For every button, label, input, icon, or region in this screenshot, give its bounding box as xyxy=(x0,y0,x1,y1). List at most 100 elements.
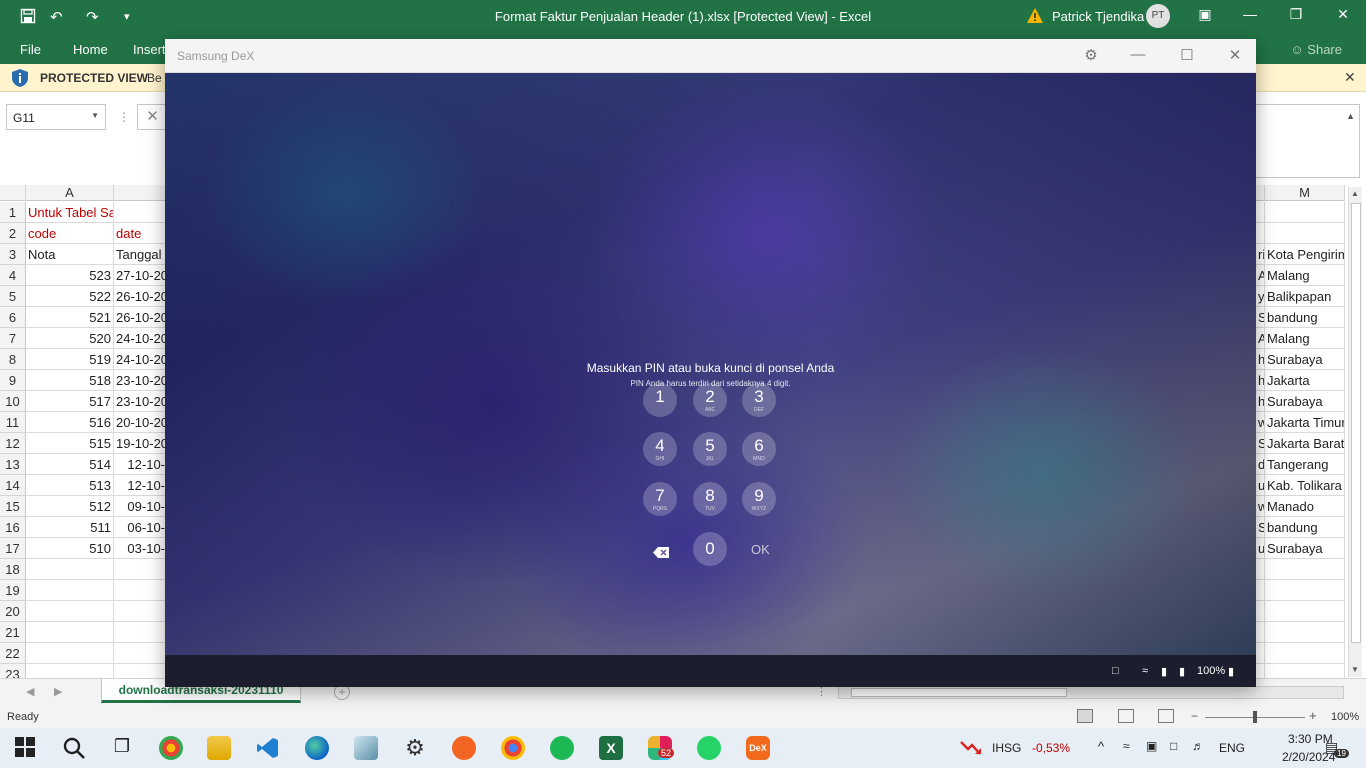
cell-l[interactable]: S xyxy=(1256,307,1265,328)
cell-b[interactable]: 03-10- xyxy=(114,538,166,559)
name-box[interactable]: G11 ▼ xyxy=(6,104,106,130)
cell-a[interactable]: 513 xyxy=(26,475,114,496)
cancel-icon[interactable]: ✕ xyxy=(137,104,167,130)
cell-a[interactable]: Untuk Tabel Sales_Invoi xyxy=(26,202,114,223)
cell-b[interactable] xyxy=(114,559,166,580)
cell-l[interactable]: w xyxy=(1256,412,1265,433)
close-icon[interactable]: ✕ xyxy=(1225,46,1245,64)
maximize-icon[interactable]: ☐ xyxy=(1177,46,1197,64)
share-button[interactable]: ☺ Share xyxy=(1290,42,1342,57)
cell-l[interactable]: S xyxy=(1256,433,1265,454)
message-icon[interactable]: □ xyxy=(1112,665,1119,677)
more-options-icon[interactable]: ⋮ xyxy=(118,110,130,124)
cell-b[interactable]: 24-10-20 xyxy=(114,328,166,349)
cell-b[interactable]: 19-10-20 xyxy=(114,433,166,454)
cell-m[interactable] xyxy=(1265,643,1345,664)
cell-a[interactable]: 523 xyxy=(26,265,114,286)
cell-m[interactable] xyxy=(1265,622,1345,643)
cell-m[interactable]: Surabaya xyxy=(1265,349,1345,370)
cell-a[interactable] xyxy=(26,601,114,622)
cell-l[interactable] xyxy=(1256,559,1265,580)
tab-insert[interactable]: Insert xyxy=(133,42,166,57)
cell-b[interactable]: Tanggal xyxy=(114,244,166,265)
cell-l[interactable]: A, xyxy=(1256,265,1265,286)
language-indicator[interactable]: ENG xyxy=(1219,741,1245,755)
cell-a[interactable]: Nota xyxy=(26,244,114,265)
cell-m[interactable]: Surabaya xyxy=(1265,391,1345,412)
save-icon[interactable] xyxy=(20,8,36,28)
spotify-icon[interactable] xyxy=(550,736,574,760)
row-header[interactable]: 4 xyxy=(0,265,26,286)
cell-m[interactable]: Jakarta xyxy=(1265,370,1345,391)
avatar[interactable]: PT xyxy=(1146,4,1170,28)
cell-b[interactable] xyxy=(114,622,166,643)
device-icon[interactable]: ▣ xyxy=(1146,739,1157,753)
cell-l[interactable]: d xyxy=(1256,454,1265,475)
cell-a[interactable] xyxy=(26,580,114,601)
prev-sheet-icon[interactable]: ◀ xyxy=(26,685,34,698)
cell-m[interactable] xyxy=(1265,559,1345,580)
cell-b[interactable]: 23-10-20 xyxy=(114,370,166,391)
cell-a[interactable] xyxy=(26,622,114,643)
row-header[interactable]: 3 xyxy=(0,244,26,265)
close-icon[interactable]: ✕ xyxy=(1344,69,1356,86)
row-header[interactable]: 14 xyxy=(0,475,26,496)
row-header[interactable]: 15 xyxy=(0,496,26,517)
cell-b[interactable]: 09-10- xyxy=(114,496,166,517)
close-icon[interactable]: ✕ xyxy=(1333,6,1353,23)
cell-b[interactable]: 24-10-20 xyxy=(114,349,166,370)
cell-m[interactable]: Kota Pengirim xyxy=(1265,244,1345,265)
chrome-icon[interactable] xyxy=(501,736,525,760)
cell-b[interactable]: 27-10-20 xyxy=(114,265,166,286)
cell-m[interactable]: Kab. Tolikara xyxy=(1265,475,1345,496)
ok-button[interactable]: OK xyxy=(751,542,770,557)
zoom-slider-thumb[interactable] xyxy=(1253,711,1257,723)
cell-b[interactable] xyxy=(114,643,166,664)
user-name[interactable]: Patrick Tjendika xyxy=(1052,9,1144,24)
row-header[interactable]: 1 xyxy=(0,202,26,223)
row-header[interactable]: 13 xyxy=(0,454,26,475)
cell-l[interactable] xyxy=(1256,580,1265,601)
tab-home[interactable]: Home xyxy=(73,42,108,57)
row-header[interactable]: 19 xyxy=(0,580,26,601)
cell-a[interactable]: code xyxy=(26,223,114,244)
warning-icon[interactable] xyxy=(1026,7,1044,24)
restore-icon[interactable]: ❐ xyxy=(1286,6,1306,23)
cell-l[interactable]: h xyxy=(1256,370,1265,391)
cell-a[interactable]: 511 xyxy=(26,517,114,538)
task-view-icon[interactable]: ❐ xyxy=(110,736,134,760)
cell-l[interactable]: ri xyxy=(1256,244,1265,265)
cell-m[interactable]: bandung xyxy=(1265,517,1345,538)
next-sheet-icon[interactable]: ▶ xyxy=(54,685,62,698)
cell-b[interactable] xyxy=(114,580,166,601)
cell-a[interactable]: 515 xyxy=(26,433,114,454)
key-4[interactable]: 4 GHI xyxy=(643,432,677,466)
search-icon[interactable] xyxy=(62,736,86,760)
cell-l[interactable]: u xyxy=(1256,538,1265,559)
cell-m[interactable] xyxy=(1265,202,1345,223)
cell-m[interactable]: Balikpapan xyxy=(1265,286,1345,307)
key-1[interactable]: 1 xyxy=(643,383,677,417)
cell-m[interactable]: Jakarta Timur xyxy=(1265,412,1345,433)
column-header-l[interactable] xyxy=(1256,185,1265,201)
undo-icon[interactable]: ↶ xyxy=(50,8,63,26)
cell-a[interactable]: 521 xyxy=(26,307,114,328)
key-5[interactable]: 5 JKL xyxy=(693,432,727,466)
cell-l[interactable]: h xyxy=(1256,349,1265,370)
row-header[interactable]: 11 xyxy=(0,412,26,433)
column-header-b[interactable] xyxy=(114,185,166,201)
whatsapp-icon[interactable] xyxy=(697,736,721,760)
key-3[interactable]: 3 DEF xyxy=(742,383,776,417)
dex-app-icon[interactable]: DeX xyxy=(746,736,770,760)
scroll-up-icon[interactable]: ▲ xyxy=(1351,189,1359,198)
backspace-icon[interactable] xyxy=(653,546,669,561)
ribbon-display-icon[interactable]: ▣ xyxy=(1195,6,1215,23)
chevron-down-icon[interactable]: ▼ xyxy=(91,111,99,120)
app-icon[interactable] xyxy=(354,736,378,760)
formula-bar[interactable]: ▲ xyxy=(1256,104,1360,178)
cell-b[interactable] xyxy=(114,601,166,622)
cell-m[interactable] xyxy=(1265,580,1345,601)
row-header[interactable]: 6 xyxy=(0,307,26,328)
cell-m[interactable]: Tangerang xyxy=(1265,454,1345,475)
key-6[interactable]: 6 MNO xyxy=(742,432,776,466)
